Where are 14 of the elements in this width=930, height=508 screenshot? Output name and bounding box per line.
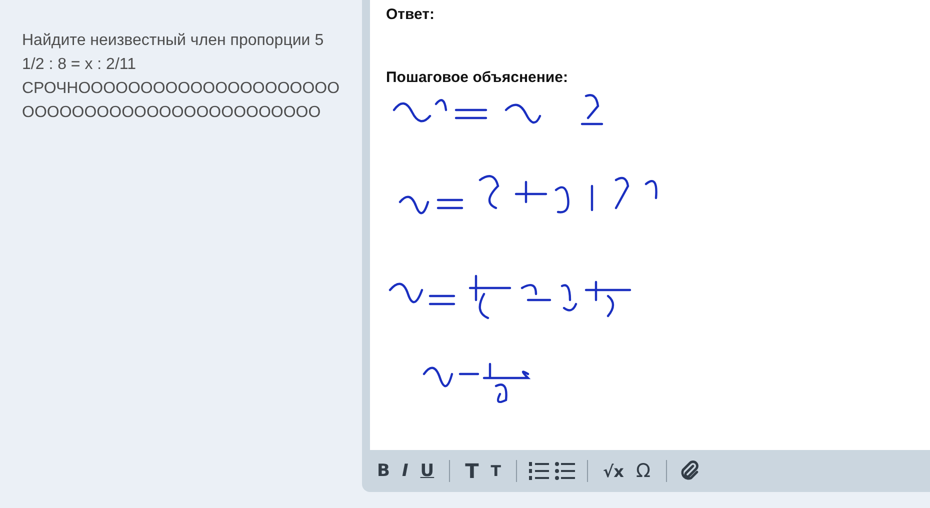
- paperclip-icon[interactable]: [678, 460, 701, 482]
- subheading-button[interactable]: T: [488, 458, 504, 484]
- answer-editor[interactable]: Ответ: Пошаговое объяснение:: [370, 0, 930, 450]
- bold-button[interactable]: B: [374, 458, 393, 484]
- heading-button[interactable]: T: [462, 458, 482, 484]
- answer-label: Ответ:: [386, 6, 435, 23]
- symbol-button[interactable]: Ω: [633, 458, 654, 484]
- explanation-label: Пошаговое объяснение:: [386, 69, 568, 86]
- question-text: Найдите неизвестный член пропорции 5 1/2 : 8 = x : 2/11 СРОЧНООООООООООООООООООООООООООООООООООООООООООООО: [22, 31, 340, 123]
- italic-button[interactable]: I: [398, 458, 412, 484]
- numbered-list-icon[interactable]: [529, 462, 549, 480]
- formula-button[interactable]: √x: [600, 458, 627, 484]
- bullet-list-icon[interactable]: [555, 462, 575, 480]
- underline-button[interactable]: U: [417, 458, 438, 484]
